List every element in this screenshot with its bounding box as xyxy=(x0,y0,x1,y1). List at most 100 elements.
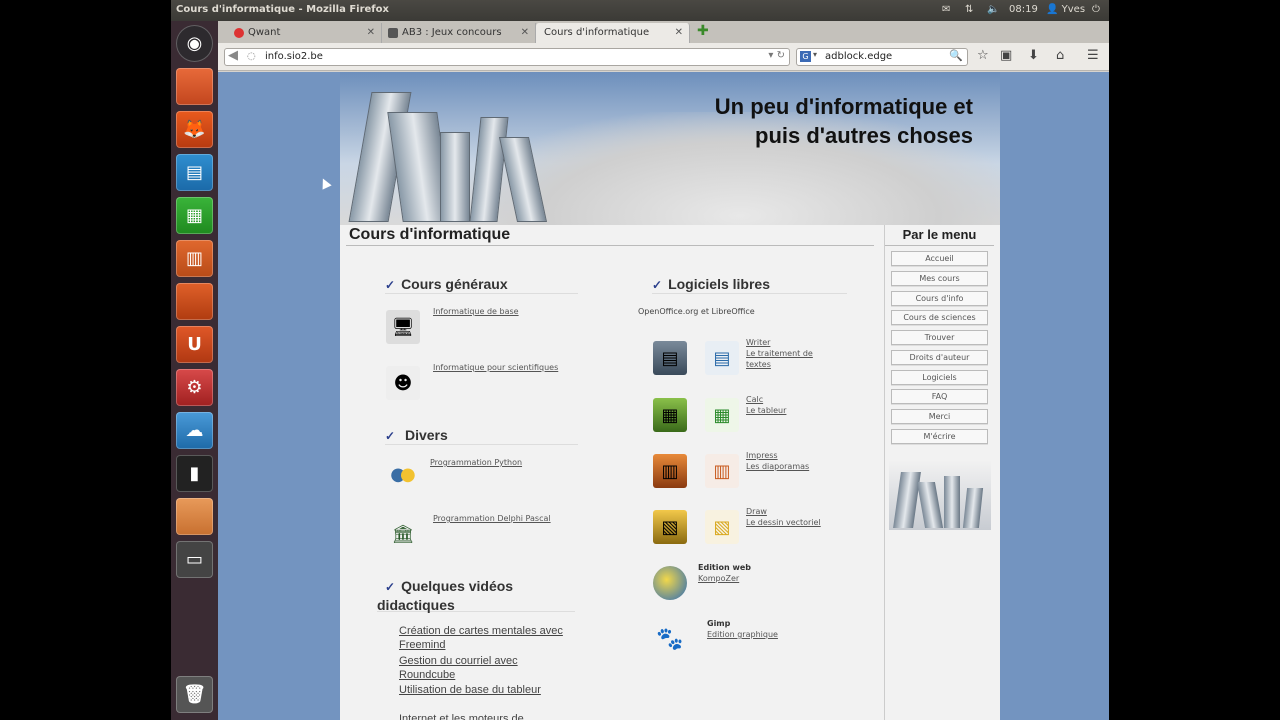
ooo-draw-icon: ▧ xyxy=(653,510,687,544)
ubuntu-one-icon[interactable]: U xyxy=(176,326,213,363)
tab-bar: Qwant ✕ AB3 : Jeux concours ✕ Cours d'in… xyxy=(218,21,1109,43)
top-panel: Cours d'informatique - Mozilla Firefox ✉… xyxy=(171,0,1109,21)
ab3-favicon xyxy=(388,28,398,38)
settings-icon[interactable]: ⚙ xyxy=(176,369,213,406)
calc-icon[interactable]: ▦ xyxy=(176,197,213,234)
tab-qwant[interactable]: Qwant ✕ xyxy=(228,23,382,43)
video-link-freemind-2[interactable]: Freemind xyxy=(399,638,445,652)
site-title: Un peu d'informatique et puis d'autres ch… xyxy=(714,94,973,148)
link-calc[interactable]: Calc Le tableur xyxy=(746,394,786,416)
menu-accueil[interactable]: Accueil xyxy=(891,251,988,266)
trash-icon[interactable]: 🗑 xyxy=(176,676,213,713)
new-tab-button[interactable]: ✚ xyxy=(697,23,709,39)
delphi-icon: 🏛 xyxy=(391,523,415,545)
lo-calc-icon: ▦ xyxy=(705,398,739,432)
window-title: Cours d'informatique - Mozilla Firefox xyxy=(176,4,389,15)
url-text: info.sio2.be xyxy=(265,51,323,62)
search-bar[interactable]: G ▾ adblock.edge 🔍 xyxy=(796,48,968,66)
video-link-internet[interactable]: Internet et les moteurs de xyxy=(399,712,524,720)
link-draw[interactable]: Draw Le dessin vectoriel xyxy=(746,506,821,528)
gimp-label: Gimp xyxy=(707,619,731,628)
video-link-tableur[interactable]: Utilisation de base du tableur xyxy=(399,683,541,697)
ooo-writer-icon: ▤ xyxy=(653,341,687,375)
files-icon[interactable] xyxy=(176,68,213,105)
url-bar[interactable]: ◀ ◌ info.sio2.be ▾ ↻ xyxy=(224,48,790,66)
clock[interactable]: 08:19 xyxy=(1009,4,1038,15)
menu-logiciels[interactable]: Logiciels xyxy=(891,370,988,385)
link-python[interactable]: Programmation Python xyxy=(430,457,522,468)
link-informatique-base[interactable]: Informatique de base xyxy=(433,306,519,317)
close-icon[interactable]: ✕ xyxy=(367,27,375,38)
close-icon[interactable]: ✕ xyxy=(521,27,529,38)
firefox-icon[interactable]: 🦊 xyxy=(176,111,213,148)
link-impress[interactable]: Impress Les diaporamas xyxy=(746,450,809,472)
menu-droits-auteur[interactable]: Droits d'auteur xyxy=(891,350,988,365)
page-viewport: Un peu d'informatique et puis d'autres ch… xyxy=(218,72,1109,720)
ooo-impress-icon: ▥ xyxy=(653,454,687,488)
page-title: Cours d'informatique xyxy=(346,225,874,246)
nav-bar: ◀ ◌ info.sio2.be ▾ ↻ G ▾ adblock.edge 🔍 … xyxy=(218,43,1109,71)
firefox-window: Qwant ✕ AB3 : Jeux concours ✕ Cours d'in… xyxy=(218,21,1109,720)
video-link-roundcube[interactable]: Gestion du courriel avec xyxy=(399,654,518,668)
python-icon: ● ● xyxy=(390,463,416,485)
menu-cours-info[interactable]: Cours d'info xyxy=(891,291,988,306)
menu-mes-cours[interactable]: Mes cours xyxy=(891,271,988,286)
link-kompozer[interactable]: KompoZer xyxy=(698,573,739,584)
cloud-icon[interactable]: ☁ xyxy=(176,412,213,449)
menu-icon[interactable]: ☰ xyxy=(1087,48,1099,63)
tab-ab3[interactable]: AB3 : Jeux concours ✕ xyxy=(382,23,536,43)
section-cours-generaux: ✓ Cours généraux xyxy=(385,276,578,294)
search-icon[interactable]: 🔍 xyxy=(949,49,963,62)
check-icon: ✓ xyxy=(652,278,663,292)
link-informatique-scientifiques[interactable]: Informatique pour scientifiques xyxy=(433,362,558,373)
writer-icon[interactable]: ▤ xyxy=(176,154,213,191)
ooo-calc-icon: ▦ xyxy=(653,398,687,432)
tab-label: Cours d'informatique xyxy=(544,27,650,38)
mouse-cursor xyxy=(318,176,332,190)
banner: Un peu d'informatique et puis d'autres ch… xyxy=(340,72,1000,225)
back-icon[interactable]: ◀ xyxy=(228,48,238,63)
web-page: Un peu d'informatique et puis d'autres ch… xyxy=(340,72,1000,720)
video-link-roundcube-2[interactable]: Roundcube xyxy=(399,668,455,682)
video-link-freemind[interactable]: Création de cartes mentales avec xyxy=(399,624,563,638)
check-icon: ✓ xyxy=(385,429,396,443)
section-videos: ✓ Quelques vidéos didactiques xyxy=(377,577,575,613)
close-icon[interactable]: ✕ xyxy=(675,27,683,38)
tab-label: Qwant xyxy=(248,27,281,38)
download-icon[interactable]: ⬇ xyxy=(1028,48,1039,63)
user-icon: 👤 xyxy=(1046,4,1059,15)
reload-icon[interactable]: ▾ ↻ xyxy=(768,50,785,61)
home-icon[interactable]: ⌂ xyxy=(1056,48,1064,63)
gimp-icon: 🐾 xyxy=(656,626,684,652)
dash-icon[interactable]: ◉ xyxy=(176,25,213,62)
link-gimp[interactable]: Edition graphique xyxy=(707,629,778,640)
sidebar-crystal-image xyxy=(889,460,991,530)
menu-ecrire[interactable]: M'écrire xyxy=(891,429,988,444)
tab-cours[interactable]: Cours d'informatique ✕ xyxy=(536,23,690,43)
menu-merci[interactable]: Merci xyxy=(891,409,988,424)
edition-web-label: Edition web xyxy=(698,563,752,572)
desktop: Cours d'informatique - Mozilla Firefox ✉… xyxy=(171,0,1109,720)
bookmark-star-icon[interactable]: ☆ xyxy=(977,48,989,63)
menu-faq[interactable]: FAQ xyxy=(891,389,988,404)
kompozer-icon xyxy=(653,566,687,600)
terminal-icon[interactable]: ▮ xyxy=(176,455,213,492)
software-center-icon[interactable] xyxy=(176,283,213,320)
volume-icon[interactable]: 🔈 xyxy=(987,4,999,15)
link-delphi-pascal[interactable]: Programmation Delphi Pascal xyxy=(433,513,551,524)
link-writer[interactable]: Writer Le traitement de textes xyxy=(746,337,813,370)
screen-icon[interactable]: ▭ xyxy=(176,541,213,578)
qwant-favicon xyxy=(234,28,244,38)
menu-trouver[interactable]: Trouver xyxy=(891,330,988,345)
network-icon[interactable]: ⇅ xyxy=(965,4,973,15)
search-engine-icon[interactable]: G xyxy=(800,51,811,62)
impress-icon[interactable]: ▥ xyxy=(176,240,213,277)
lo-impress-icon: ▥ xyxy=(705,454,739,488)
lo-draw-icon: ▧ xyxy=(705,510,739,544)
menu-cours-sciences[interactable]: Cours de sciences xyxy=(891,310,988,325)
power-icon[interactable]: ⏻ xyxy=(1092,4,1100,15)
mail-icon[interactable]: ✉ xyxy=(942,4,950,15)
workspace-icon[interactable] xyxy=(176,498,213,535)
user-menu[interactable]: 👤 Yves xyxy=(1046,4,1085,15)
bookmarks-icon[interactable]: ▣ xyxy=(1000,48,1012,63)
